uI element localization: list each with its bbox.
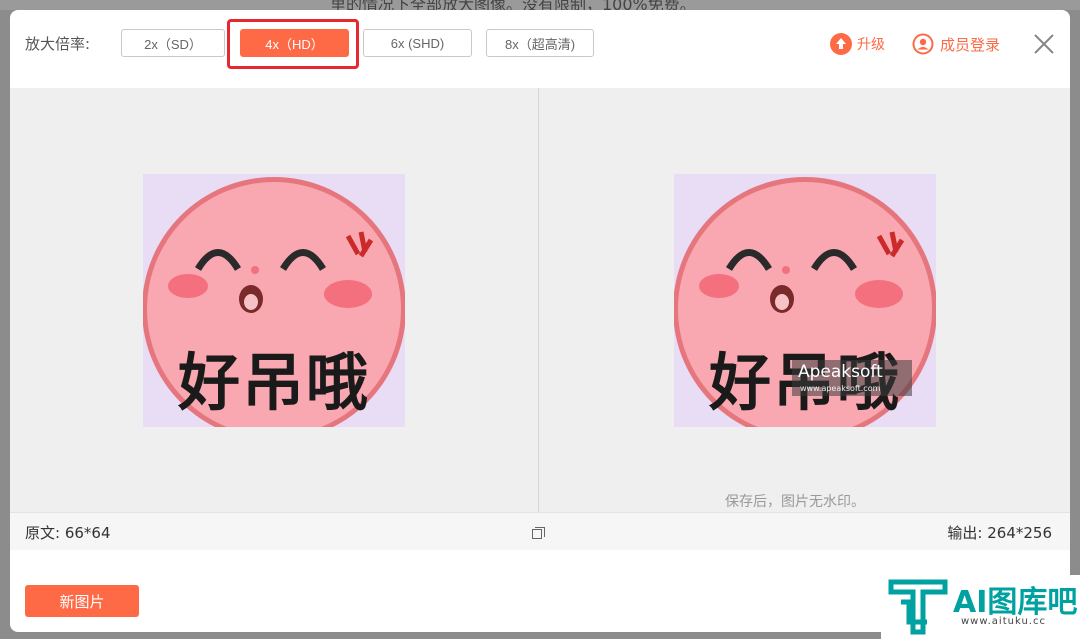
output-image: 好吊哦 Apeaksoft www.apeaksoft.com bbox=[674, 174, 936, 427]
save-note: 保存后，图片无水印。 bbox=[725, 494, 865, 510]
upgrade-button[interactable]: 升级 bbox=[830, 33, 885, 55]
compare-icon[interactable] bbox=[532, 525, 545, 539]
site-logo: AI图库吧 www.aituku.cc bbox=[881, 575, 1080, 639]
size-info-bar: 原文: 66*64 输出: 264*256 bbox=[10, 512, 1070, 550]
original-image: 好吊哦 bbox=[143, 174, 405, 427]
logo-mark-icon bbox=[888, 579, 948, 635]
background-page: 里的情况下全部放大图像。没有限制，100%免费。 bbox=[0, 0, 1080, 14]
original-size: 原文: 66*64 bbox=[25, 524, 111, 542]
preview-divider bbox=[538, 88, 539, 512]
watermark-brand: Apeaksoft bbox=[798, 362, 883, 382]
new-image-button[interactable]: 新图片 bbox=[25, 585, 139, 617]
image-upscale-dialog: 放大倍率: 2x（SD） 4x（HD） 6x (SHD) 8x（超高清) 升级 bbox=[10, 10, 1070, 632]
watermark-url: www.apeaksoft.com bbox=[800, 384, 881, 393]
user-icon bbox=[912, 33, 934, 55]
scale-8x-button[interactable]: 8x（超高清) bbox=[486, 29, 594, 57]
member-login-label: 成员登录 bbox=[940, 35, 1001, 54]
member-login-button[interactable]: 成员登录 bbox=[912, 33, 1000, 55]
scale-label: 放大倍率: bbox=[25, 35, 91, 53]
upgrade-label: 升级 bbox=[857, 37, 885, 53]
preview-area: 好吊哦 好吊哦 Apeaksoft www.apeaksoft.com 保存后，… bbox=[10, 88, 1070, 512]
output-size: 输出: 264*256 bbox=[947, 524, 1052, 542]
close-icon[interactable] bbox=[1032, 32, 1056, 56]
image-caption: 好吊哦 bbox=[177, 346, 370, 419]
selection-highlight bbox=[227, 19, 359, 69]
site-logo-text: AI图库吧 bbox=[953, 585, 1078, 620]
scale-2x-button[interactable]: 2x（SD） bbox=[121, 29, 225, 57]
upgrade-icon bbox=[830, 33, 852, 55]
dialog-header: 放大倍率: 2x（SD） 4x（HD） 6x (SHD) 8x（超高清) 升级 bbox=[10, 10, 1070, 88]
scale-6x-button[interactable]: 6x (SHD) bbox=[363, 29, 472, 57]
site-logo-url: www.aituku.cc bbox=[961, 616, 1046, 627]
